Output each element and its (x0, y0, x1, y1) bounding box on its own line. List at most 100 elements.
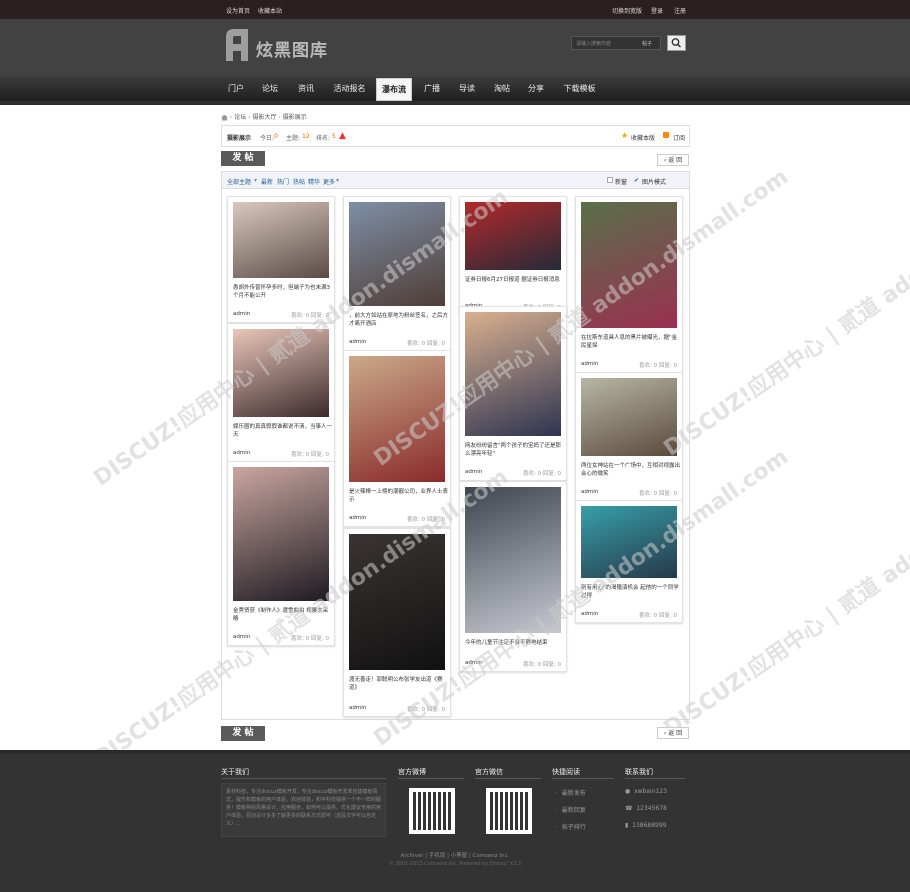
card-caption[interactable]: 证券日报6月27日报道 据证券日报消息 (465, 276, 565, 284)
thread-filter-bar: 全部主题 ▾ 最新 热门 热帖 精华 更多 ▾ 新窗 ✔ 图片模式 (221, 171, 690, 189)
card-photo[interactable] (233, 202, 329, 278)
card-caption[interactable]: 娱乐圈的真真假假谁都说不清，当事人一天 (233, 423, 333, 439)
forum-name: 摄影展示 (227, 135, 252, 142)
filter-more[interactable]: 更多 (323, 177, 335, 186)
card-author[interactable]: admin (581, 361, 598, 367)
rank-value: 5 (332, 133, 336, 140)
site-header (0, 19, 910, 77)
contact-title: 联系我们 (625, 768, 653, 776)
nav-item-5[interactable]: 广播 (417, 77, 447, 101)
card-stats: 喜欢: 0 回复: 0 (291, 450, 329, 458)
card-author[interactable]: admin (349, 705, 366, 711)
card-replies: 回复: 0 (310, 452, 329, 458)
card-caption[interactable]: 愚胡外传曾怀孕多时，但端子为也未满3个月不能公开 (233, 284, 333, 300)
card-caption[interactable]: 网友纷纷留言"两个孩子的宝妈了还是那么漂亮年轻" (465, 442, 565, 458)
chevron-down-icon: ▾ (254, 177, 258, 184)
nav-item-9[interactable]: 下载模板 (557, 77, 602, 101)
chevron-down-icon: ▾ (336, 177, 340, 184)
card-replies: 回复: 0 (542, 662, 561, 668)
filter-hot[interactable]: 热门 (277, 177, 289, 186)
card-likes: 喜欢: 0 (639, 491, 658, 497)
nav-item-4[interactable]: 瀑布流 (376, 78, 412, 101)
card-author[interactable]: admin (349, 515, 366, 521)
watermark: DISCUZ!应用中心 | 贰道 addon.dismall.com (659, 434, 910, 742)
new-post-button-bottom[interactable]: 发 帖 (221, 726, 265, 741)
card-caption[interactable]: 在拉斯东道具人息的黑片被曝光，据"金民星探 (581, 334, 681, 350)
footer-copyright: © 2001-2013 Comsenz Inc. Powered by Disc… (388, 861, 522, 867)
filter-all[interactable]: 全部主题 (227, 177, 251, 186)
newwin-checkbox[interactable] (607, 177, 613, 183)
qq-contact: ● xwbain123 (625, 788, 667, 795)
subscribe-link[interactable]: 订阅 (673, 133, 685, 142)
breadcrumb: › 论坛 › 摄影大厅 › 摄影展示 (221, 112, 307, 121)
breadcrumb-current[interactable]: 摄影展示 (283, 114, 307, 121)
card-author[interactable]: admin (233, 450, 250, 456)
register-link[interactable]: 注册 (674, 6, 686, 15)
logo-text: 炫黑图库 (256, 41, 328, 61)
quick-link-replies[interactable]: · 最新回复 (556, 805, 586, 814)
star-icon: ★ (621, 131, 629, 140)
search-placeholder: 请输入搜索内容 (576, 41, 612, 47)
login-link[interactable]: 登录 (651, 6, 663, 15)
filter-heat[interactable]: 热帖 (293, 177, 305, 186)
card-caption[interactable]: ，前大方如站在原地为粉丝签名，之后方才离开酒店 (349, 312, 449, 328)
switch-width-link[interactable]: 切换到宽版 (612, 6, 642, 15)
footer-divider (221, 778, 387, 779)
footer-divider (398, 778, 464, 779)
site-logo[interactable]: 炫黑图库 (222, 27, 332, 65)
check-icon: ✔ (634, 177, 640, 184)
logo-icon (226, 29, 248, 61)
breadcrumb-forum[interactable]: 论坛 (234, 114, 246, 121)
chat-icon: ● (625, 788, 631, 795)
nav-item-2[interactable]: 资讯 (291, 77, 321, 101)
nav-item-0[interactable]: 门户 (222, 77, 250, 101)
card-likes: 喜欢: 0 (407, 341, 426, 347)
filter-digest[interactable]: 精华 (308, 177, 320, 186)
nav-item-1[interactable]: 论坛 (255, 77, 285, 101)
nav-item-8[interactable]: 分享 (521, 77, 551, 101)
mobile-icon: ▮ (625, 822, 629, 829)
back-button[interactable]: ‹ 返 回 (657, 154, 689, 166)
card-stats: 喜欢: 0 回复: 0 (523, 469, 561, 477)
card-replies: 回复: 0 (426, 341, 445, 347)
card-likes: 喜欢: 0 (291, 452, 310, 458)
filter-latest[interactable]: 最新 (261, 177, 273, 186)
quick-title: 快捷阅读 (552, 768, 580, 776)
search-type-select[interactable]: 帖子 (642, 40, 652, 47)
nav-item-7[interactable]: 淘帖 (487, 77, 517, 101)
footer-links[interactable]: Archiver | 手机版 | 小黑屋 | Comsenz Inc. (0, 851, 910, 859)
back-label: 返 回 (668, 730, 683, 737)
footer-strip (0, 750, 910, 754)
home-icon[interactable] (221, 114, 228, 121)
card-author[interactable]: admin (581, 489, 598, 495)
card-photo[interactable] (233, 467, 329, 601)
card-stats: 喜欢: 0 回复: 0 (639, 611, 677, 619)
card-author[interactable]: admin (233, 311, 250, 317)
breadcrumb-hall[interactable]: 摄影大厅 (252, 114, 276, 121)
card-likes: 喜欢: 0 (523, 471, 542, 477)
today-count: 0 (274, 133, 278, 140)
search-button[interactable] (667, 35, 686, 51)
nav-item-6[interactable]: 导读 (452, 77, 482, 101)
footer-divider (552, 778, 614, 779)
back-button-bottom[interactable]: ‹ 返 回 (657, 727, 689, 739)
rss-icon (663, 132, 669, 138)
wechat-title: 官方微信 (475, 768, 503, 776)
card-author[interactable]: admin (349, 339, 366, 345)
favorite-forum-link[interactable]: 收藏本版 (631, 133, 655, 142)
quick-link-rank[interactable]: · 帖子排行 (556, 822, 586, 831)
card-caption[interactable]: 两位女神站在一个广场中，互相对视露出会心的微笑 (581, 462, 681, 478)
new-post-button[interactable]: 发 帖 (221, 151, 265, 166)
footer-divider (475, 778, 541, 779)
today-label: 今日: (260, 135, 275, 142)
search-input[interactable]: 请输入搜索内容 帖子 (571, 36, 661, 50)
bookmark-link[interactable]: 收藏本站 (258, 6, 282, 15)
pic-mode-link[interactable]: 图片模式 (642, 177, 666, 186)
set-home-link[interactable]: 设为首页 (226, 6, 250, 15)
search-icon (671, 38, 682, 48)
nav-item-3[interactable]: 活动报名 (327, 77, 372, 101)
about-title: 关于我们 (221, 768, 249, 776)
about-text: 素材科技，专注discuz模板开发，专注discuz模板开发求创建模板情式，提升… (221, 783, 386, 837)
rank-label: 排名: (316, 135, 331, 142)
quick-link-latest[interactable]: · 最新发布 (556, 788, 586, 797)
